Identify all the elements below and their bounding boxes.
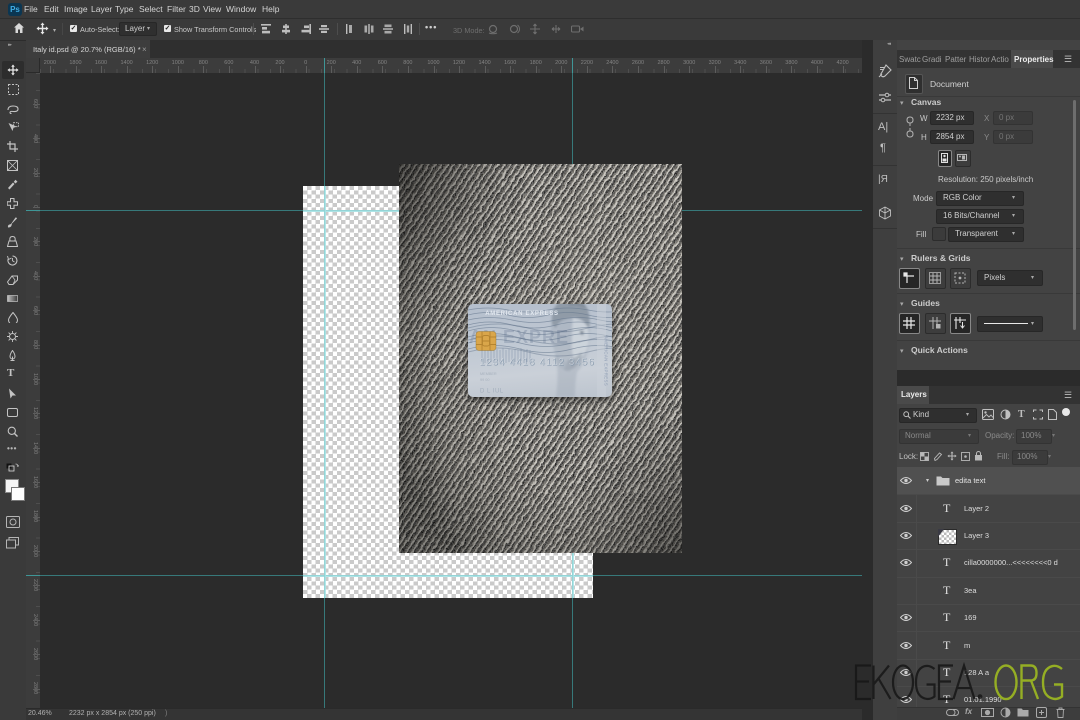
svg-text:1234 4418 4112 3456: 1234 4418 4112 3456 xyxy=(480,357,596,368)
svg-text:D L IUL: D L IUL xyxy=(480,389,504,395)
svg-text:99 00: 99 00 xyxy=(480,378,490,382)
svg-text:AMERICAN EXPRESS: AMERICAN EXPRESS xyxy=(604,336,609,386)
svg-text:MEMBER: MEMBER xyxy=(480,372,497,376)
